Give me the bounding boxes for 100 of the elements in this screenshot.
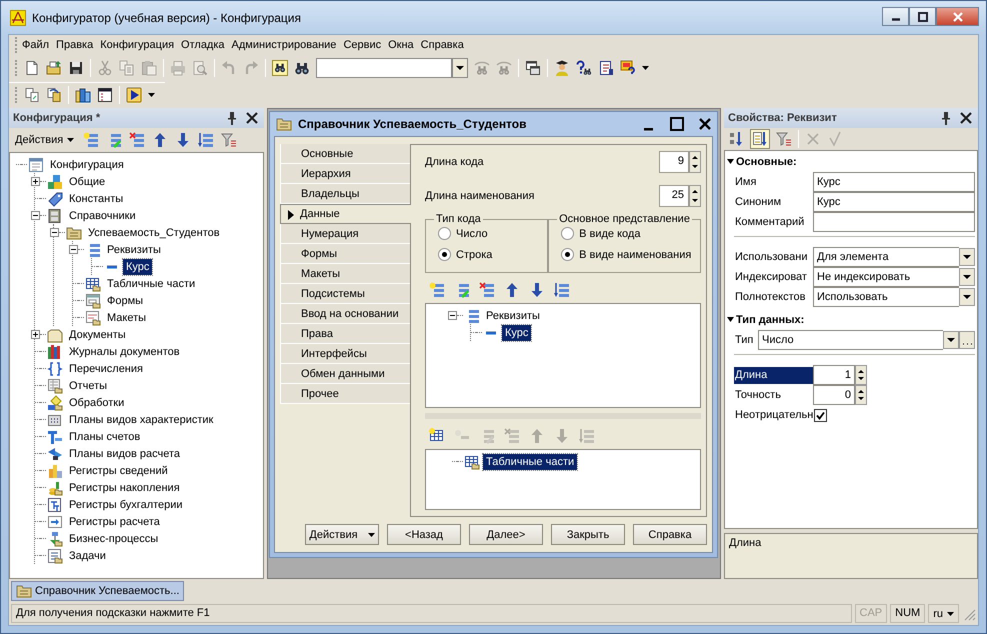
report-icon[interactable] — [598, 60, 614, 76]
tree-item[interactable]: Курс — [123, 258, 152, 274]
menu-item[interactable]: Окна — [385, 38, 417, 50]
dialog-button[interactable]: Далее> — [469, 524, 543, 545]
new-document-icon[interactable] — [24, 60, 40, 76]
tree-item[interactable]: Справочники — [66, 208, 139, 224]
tree-item[interactable]: Отчеты — [66, 378, 110, 394]
text-field[interactable] — [813, 212, 975, 232]
minus-icon[interactable] — [69, 245, 78, 254]
arrow-down-icon[interactable] — [529, 282, 545, 298]
tree-item[interactable]: Формы — [104, 292, 146, 308]
spin-button[interactable] — [689, 185, 701, 207]
tree-item[interactable]: Перечисления — [66, 360, 146, 376]
sort-icon[interactable] — [728, 131, 744, 147]
arrow-up-icon[interactable] — [504, 282, 520, 298]
minus-icon[interactable] — [448, 311, 457, 320]
menu-item[interactable]: Сервис — [340, 38, 384, 50]
window-icon[interactable] — [97, 86, 113, 102]
select-field[interactable]: Использовать — [813, 287, 959, 307]
menu-item[interactable]: Отладка — [178, 38, 228, 50]
maximize-button[interactable] — [909, 7, 936, 26]
spin-button[interactable] — [855, 365, 867, 385]
tab[interactable]: Нумерация — [280, 224, 410, 244]
radio-button[interactable] — [561, 227, 574, 240]
minus-icon[interactable] — [31, 211, 40, 220]
tab[interactable]: Иерархия — [280, 164, 410, 184]
tree-item[interactable]: Регистры сведений — [66, 462, 171, 478]
dialog-button[interactable]: Справка — [633, 524, 707, 545]
tree-item[interactable]: Бизнес-процессы — [66, 530, 162, 546]
tree-item[interactable]: Табличные части — [104, 276, 198, 292]
tree-item[interactable]: Планы видов расчета — [66, 446, 184, 462]
tree-item[interactable]: Планы счетов — [66, 428, 144, 444]
tree-item[interactable]: Регистры бухгалтерии — [66, 496, 186, 512]
tab[interactable]: Данные — [280, 204, 411, 224]
tree-item[interactable]: Табличные части — [483, 454, 578, 470]
tree-item[interactable]: Планы видов характеристик — [66, 412, 216, 428]
tree-item[interactable]: Регистры накопления — [66, 480, 183, 496]
database-icon[interactable] — [75, 86, 91, 102]
binoculars-icon[interactable] — [272, 60, 288, 76]
menu-item[interactable]: Файл — [19, 38, 52, 50]
help-icon[interactable] — [620, 60, 636, 76]
close-icon[interactable] — [244, 110, 260, 126]
tab[interactable]: Обмен данными — [280, 364, 410, 384]
select-field[interactable]: Число — [758, 330, 943, 350]
number-field[interactable]: 0 — [813, 385, 855, 405]
categories-icon[interactable] — [750, 129, 770, 149]
tree-item[interactable]: Журналы документов — [66, 344, 183, 360]
tree-item[interactable]: Курс — [502, 324, 532, 340]
open-folder-icon[interactable] — [46, 60, 62, 76]
minus-icon[interactable] — [50, 228, 59, 237]
tree-item[interactable]: Реквизиты — [483, 308, 543, 324]
sort-icon[interactable] — [198, 132, 214, 148]
dropdown-button[interactable] — [959, 268, 975, 286]
taskbar-button[interactable]: Справочник Успеваемость... — [11, 581, 184, 601]
documents-icon[interactable] — [24, 86, 40, 102]
plus-icon[interactable] — [31, 177, 40, 186]
radio-button[interactable] — [561, 248, 574, 261]
help-icon[interactable] — [576, 60, 592, 76]
number-field[interactable]: 1 — [813, 365, 855, 385]
tab[interactable]: Права — [280, 324, 410, 344]
tab[interactable]: Прочее — [280, 384, 410, 404]
checkbox[interactable] — [814, 408, 828, 422]
dropdown-button[interactable] — [943, 331, 959, 349]
tab[interactable]: Владельцы — [280, 184, 410, 204]
arrow-up-icon[interactable] — [152, 132, 168, 148]
tree-item[interactable]: Задачи — [66, 548, 109, 564]
tree-item[interactable]: Общие — [66, 174, 108, 190]
sort-icon[interactable] — [554, 282, 570, 298]
person-icon[interactable] — [554, 60, 570, 76]
close-button[interactable] — [697, 116, 713, 132]
save-icon[interactable] — [68, 60, 84, 76]
text-field[interactable]: Курс — [813, 192, 975, 212]
close-icon[interactable] — [958, 110, 974, 126]
maximize-button[interactable] — [669, 116, 685, 132]
spin-button[interactable] — [689, 151, 701, 173]
tree-item[interactable]: Макеты — [104, 310, 150, 326]
search-field[interactable] — [316, 58, 452, 78]
expanded-icon[interactable] — [727, 316, 734, 323]
windows-icon[interactable] — [525, 60, 541, 76]
filter-icon[interactable] — [776, 131, 792, 147]
add-icon[interactable] — [83, 132, 100, 148]
dropdown-button[interactable] — [959, 288, 975, 306]
tab[interactable]: Ввод на основании — [280, 304, 410, 324]
spin-button[interactable] — [855, 385, 867, 405]
dropdown-button[interactable] — [959, 248, 975, 266]
arrow-down-icon[interactable] — [175, 132, 192, 148]
tree-item[interactable]: Реквизиты — [104, 242, 164, 258]
plus-icon[interactable] — [31, 330, 40, 339]
number-field[interactable]: 9 — [659, 151, 689, 173]
tree-item[interactable]: Регистры расчета — [66, 514, 163, 530]
dropdown-button[interactable] — [452, 58, 468, 78]
run-icon[interactable] — [126, 86, 142, 102]
language-button[interactable]: ru — [928, 604, 959, 623]
tree-item[interactable]: Обработки — [66, 394, 128, 410]
dialog-button[interactable]: <Назад — [387, 524, 461, 545]
menu-item[interactable]: Администрирование — [228, 38, 340, 50]
add-icon[interactable] — [429, 282, 445, 298]
tree-item[interactable]: Документы — [66, 326, 129, 342]
expanded-icon[interactable] — [727, 158, 734, 165]
minimize-button[interactable] — [882, 7, 909, 26]
